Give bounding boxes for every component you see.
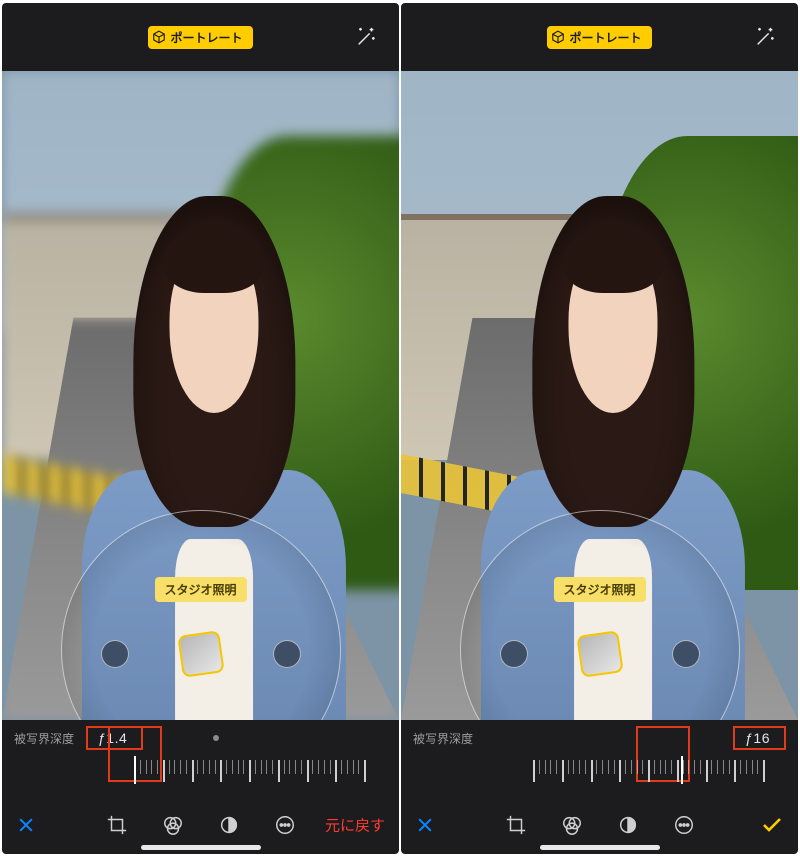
portrait-mode-badge[interactable]: ポートレート xyxy=(148,26,252,49)
editor-pane-right: ポートレート スタジオ照明 被写界深度 ƒ16 xyxy=(401,3,798,854)
home-indicator xyxy=(540,845,660,850)
toolbar: 元に戻す xyxy=(2,796,399,854)
depth-slider[interactable] xyxy=(413,758,786,784)
more-icon[interactable] xyxy=(673,814,695,836)
lighting-option-next[interactable] xyxy=(672,640,700,668)
f-value: ƒ16 xyxy=(745,730,770,746)
editor-pane-left: ポートレート スタジオ照明 被写界深度 ƒ1.4 xyxy=(2,3,399,854)
depth-label: 被写界深度 xyxy=(413,730,473,747)
wand-icon[interactable] xyxy=(355,26,377,48)
photo-preview[interactable]: スタジオ照明 xyxy=(2,71,399,720)
filters-icon[interactable] xyxy=(561,814,583,836)
revert-button[interactable]: 元に戻す xyxy=(325,815,385,836)
toolbar xyxy=(401,796,798,854)
depth-control: 被写界深度 ƒ16 xyxy=(401,720,798,796)
f-value-chip[interactable]: ƒ16 xyxy=(733,726,786,750)
crop-icon[interactable] xyxy=(106,814,128,836)
header: ポートレート xyxy=(2,3,399,71)
portrait-mode-label: ポートレート xyxy=(569,29,641,46)
lighting-label: スタジオ照明 xyxy=(154,577,246,602)
cube-icon xyxy=(551,30,565,44)
cancel-icon[interactable] xyxy=(415,815,435,835)
wand-icon[interactable] xyxy=(754,26,776,48)
crop-icon[interactable] xyxy=(505,814,527,836)
photo-preview[interactable]: スタジオ照明 xyxy=(401,71,798,720)
lighting-option-selected[interactable] xyxy=(177,630,224,677)
done-icon[interactable] xyxy=(760,813,784,837)
home-indicator xyxy=(141,845,261,850)
depth-control: 被写界深度 ƒ1.4 xyxy=(2,720,399,796)
lighting-label: スタジオ照明 xyxy=(553,577,645,602)
lighting-picker[interactable] xyxy=(500,630,700,678)
cancel-icon[interactable] xyxy=(16,815,36,835)
filters-icon[interactable] xyxy=(162,814,184,836)
lighting-option-prev[interactable] xyxy=(500,640,528,668)
lighting-option-next[interactable] xyxy=(273,640,301,668)
depth-slider[interactable] xyxy=(14,758,387,784)
cube-icon xyxy=(152,30,166,44)
lighting-option-prev[interactable] xyxy=(101,640,129,668)
lighting-option-selected[interactable] xyxy=(576,630,623,677)
portrait-mode-label: ポートレート xyxy=(170,29,242,46)
depth-default-dot xyxy=(213,735,219,741)
adjust-icon[interactable] xyxy=(218,814,240,836)
lighting-picker[interactable] xyxy=(101,630,301,678)
depth-label: 被写界深度 xyxy=(14,730,74,747)
adjust-icon[interactable] xyxy=(617,814,639,836)
more-icon[interactable] xyxy=(274,814,296,836)
header: ポートレート xyxy=(401,3,798,71)
portrait-mode-badge[interactable]: ポートレート xyxy=(547,26,651,49)
